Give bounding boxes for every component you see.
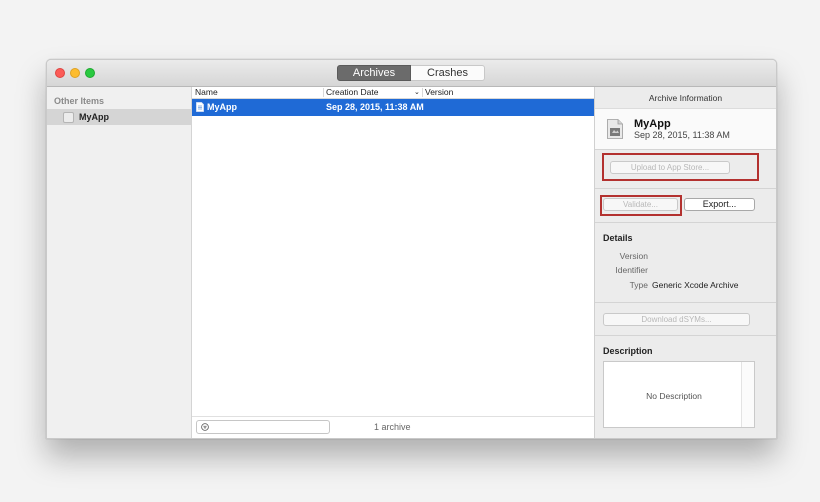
- filter-icon: [201, 423, 209, 431]
- detail-value-type: Generic Xcode Archive: [652, 280, 739, 290]
- validate-highlight: [600, 195, 682, 216]
- description-field[interactable]: No Description: [603, 361, 755, 428]
- divider: [595, 302, 776, 303]
- archive-date: Sep 28, 2015, 11:38 AM: [634, 130, 730, 140]
- detail-label-identifier: Identifier: [615, 265, 648, 275]
- column-separator: [323, 88, 324, 97]
- search-field[interactable]: [196, 420, 330, 434]
- list-footer: 1 archive: [192, 416, 594, 438]
- divider: [595, 188, 776, 189]
- sidebar-item-label: MyApp: [79, 112, 109, 122]
- archive-icon: [607, 119, 623, 139]
- tab-archives[interactable]: Archives: [337, 65, 411, 81]
- table-row[interactable]: MyApp Sep 28, 2015, 11:38 AM: [192, 99, 594, 116]
- sidebar-item-myapp[interactable]: MyApp: [47, 109, 191, 125]
- inspector-panel: Archive Information MyApp Sep 28, 2015, …: [594, 87, 776, 438]
- sidebar-section-header: Other Items: [54, 96, 105, 106]
- details-title: Details: [603, 233, 633, 243]
- detail-label-type: Type: [629, 280, 648, 290]
- row-creation-date: Sep 28, 2015, 11:38 AM: [326, 102, 424, 112]
- sort-descending-icon: ⌄: [414, 89, 420, 96]
- upload-highlight: [602, 153, 759, 181]
- archive-summary: MyApp Sep 28, 2015, 11:38 AM: [595, 108, 776, 150]
- row-name: MyApp: [207, 102, 237, 112]
- column-version[interactable]: Version: [425, 87, 453, 98]
- column-name[interactable]: Name: [195, 87, 218, 98]
- divider: [595, 335, 776, 336]
- column-header: Name Creation Date ⌄ Version: [192, 87, 594, 99]
- download-dsyms-button[interactable]: Download dSYMs...: [603, 313, 750, 326]
- app-icon: [63, 112, 74, 123]
- zoom-button[interactable]: [85, 68, 95, 78]
- minimize-button[interactable]: [70, 68, 80, 78]
- archive-list: Name Creation Date ⌄ Version MyApp Sep 2…: [192, 87, 594, 438]
- tab-crashes[interactable]: Crashes: [411, 65, 485, 81]
- inspector-title: Archive Information: [648, 93, 723, 103]
- archive-count: 1 archive: [374, 422, 411, 432]
- close-button[interactable]: [55, 68, 65, 78]
- column-separator: [422, 88, 423, 97]
- organizer-window: Archives Crashes Other Items MyApp Name …: [46, 59, 777, 439]
- column-creation-date[interactable]: Creation Date: [326, 87, 378, 98]
- archive-document-icon: [196, 102, 204, 112]
- archive-name: MyApp: [634, 118, 671, 130]
- description-text: No Description: [646, 391, 702, 401]
- description-scrollbar[interactable]: [741, 362, 754, 427]
- divider: [595, 149, 776, 150]
- divider: [595, 222, 776, 223]
- detail-label-version: Version: [619, 251, 648, 261]
- sidebar: Other Items MyApp: [47, 87, 192, 438]
- description-title: Description: [603, 346, 653, 356]
- export-button[interactable]: Export...: [684, 198, 755, 211]
- title-bar: Archives Crashes: [47, 60, 776, 87]
